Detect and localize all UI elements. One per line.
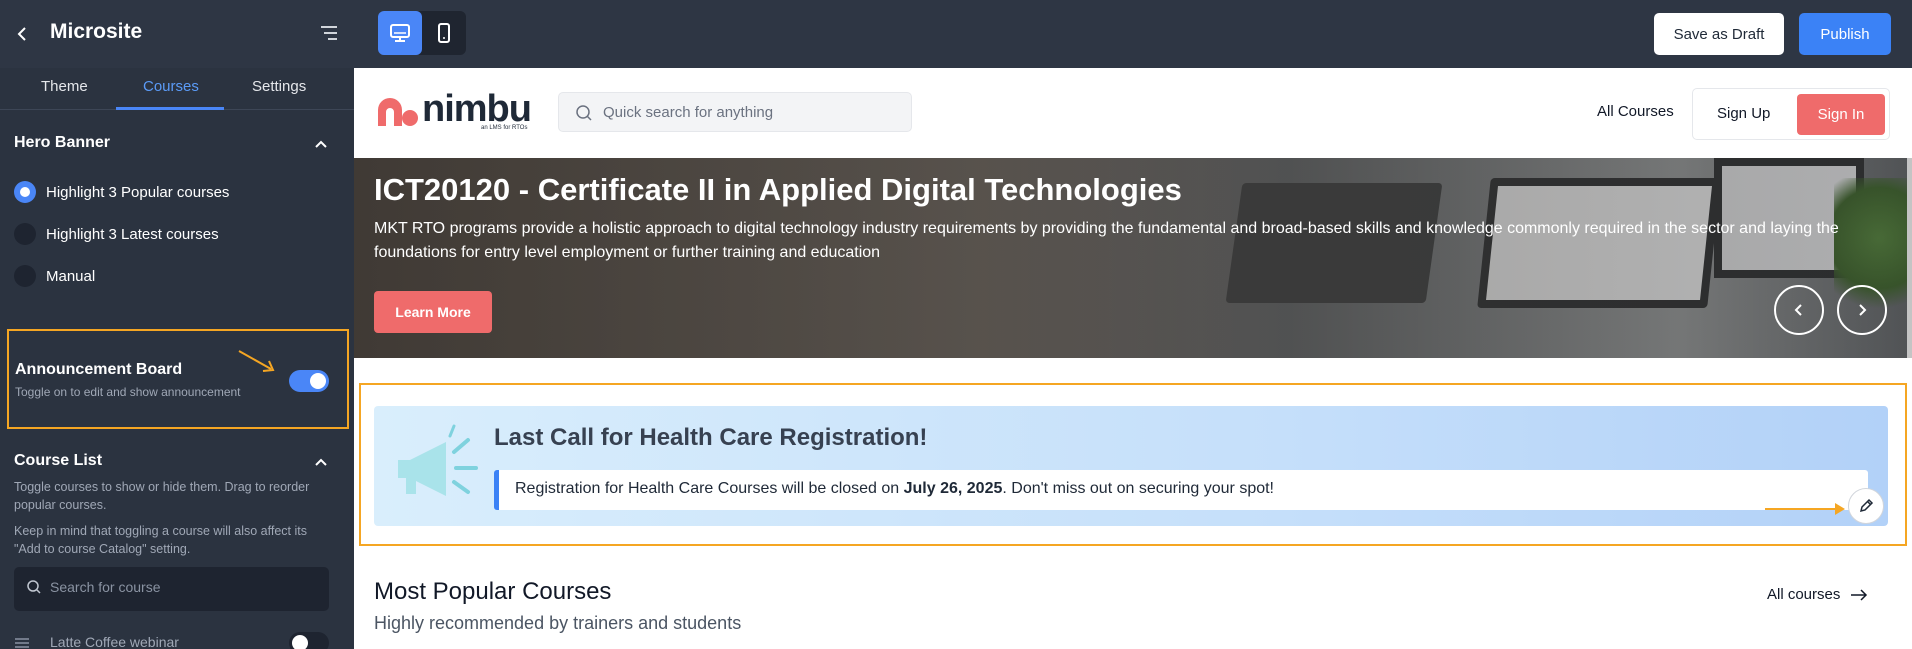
radio-label: Manual bbox=[46, 267, 96, 285]
nimbu-logo[interactable]: nimbu an LMS for RTOs bbox=[374, 88, 534, 132]
search-icon bbox=[576, 105, 592, 121]
hero-next-button[interactable] bbox=[1837, 285, 1887, 335]
site-search-input[interactable] bbox=[603, 104, 893, 121]
app-title: Microsite bbox=[50, 20, 143, 43]
scrollbar[interactable] bbox=[1907, 158, 1912, 358]
announcement-toggle[interactable] bbox=[289, 370, 329, 392]
sidebar-header: Microsite bbox=[0, 0, 354, 68]
course-list-description: Toggle courses to show or hide them. Dra… bbox=[14, 480, 310, 512]
site-header: nimbu an LMS for RTOs All Courses Sign U… bbox=[354, 68, 1912, 158]
active-tab-indicator bbox=[116, 107, 224, 110]
filter-button[interactable] bbox=[318, 22, 342, 46]
arrow-head-icon bbox=[1835, 503, 1845, 515]
megaphone-icon bbox=[398, 424, 478, 496]
all-courses-link[interactable]: All courses bbox=[1767, 586, 1868, 603]
hero-title: ICT20120 - Certificate II in Applied Dig… bbox=[374, 172, 1182, 207]
mobile-icon bbox=[438, 23, 450, 43]
arrow-right-icon bbox=[1851, 588, 1868, 601]
radio-popular-courses[interactable]: Highlight 3 Popular courses bbox=[14, 181, 229, 203]
all-courses-label: All courses bbox=[1767, 586, 1841, 603]
sign-in-button[interactable]: Sign In bbox=[1797, 94, 1885, 135]
hero-banner-title: Hero Banner bbox=[14, 134, 111, 151]
chevron-up-icon[interactable] bbox=[313, 136, 329, 152]
hero-banner: ICT20120 - Certificate II in Applied Dig… bbox=[354, 158, 1912, 358]
mobile-view-button[interactable] bbox=[422, 11, 466, 55]
announcement-message-text: Registration for Health Care Courses wil… bbox=[515, 480, 904, 497]
site-preview: nimbu an LMS for RTOs All Courses Sign U… bbox=[354, 68, 1912, 649]
arrow-annotation-icon bbox=[238, 350, 275, 372]
announcement-message-suffix: . Don't miss out on securing your spot! bbox=[1002, 480, 1274, 497]
auth-buttons: Sign Up Sign In bbox=[1692, 88, 1890, 140]
chevron-right-icon bbox=[1859, 304, 1867, 316]
save-draft-button[interactable]: Save as Draft bbox=[1654, 13, 1784, 55]
popular-courses-subtitle: Highly recommended by trainers and stude… bbox=[374, 613, 742, 633]
announcement-board-setting: Announcement Board Toggle on to edit and… bbox=[7, 329, 349, 429]
hero-prev-button[interactable] bbox=[1774, 285, 1824, 335]
drag-handle-icon[interactable] bbox=[14, 637, 30, 649]
announcement-message: Registration for Health Care Courses wil… bbox=[494, 470, 1868, 510]
hero-description: MKT RTO programs provide a holistic appr… bbox=[374, 220, 1839, 261]
chevron-left-icon bbox=[17, 27, 26, 41]
course-list-note: Keep in mind that toggling a course will… bbox=[14, 524, 307, 556]
announcement-card: Last Call for Health Care Registration! … bbox=[374, 406, 1888, 526]
pencil-icon bbox=[1859, 498, 1874, 513]
sidebar-tabs: Theme Courses Settings bbox=[0, 68, 354, 110]
radio-latest-courses[interactable]: Highlight 3 Latest courses bbox=[14, 223, 219, 245]
course-list-item-label: Latte Coffee webinar bbox=[50, 634, 179, 649]
arrow-annotation bbox=[1765, 508, 1843, 510]
search-icon bbox=[27, 580, 41, 594]
course-list-item[interactable]: Latte Coffee webinar bbox=[14, 632, 334, 649]
announcement-board-subtitle: Toggle on to edit and show announcement bbox=[15, 385, 241, 399]
course-search-input[interactable] bbox=[50, 579, 320, 595]
nav-all-courses-link[interactable]: All Courses bbox=[1597, 103, 1674, 120]
back-button[interactable] bbox=[10, 22, 34, 46]
logo-tagline: an LMS for RTOs bbox=[481, 125, 528, 131]
radio-label: Highlight 3 Latest courses bbox=[46, 225, 219, 243]
chevron-left-icon bbox=[1794, 304, 1802, 316]
announcement-date: July 26, 2025 bbox=[903, 480, 1003, 497]
radio-label: Highlight 3 Popular courses bbox=[46, 183, 230, 201]
desktop-view-button[interactable] bbox=[378, 11, 422, 55]
filter-icon bbox=[321, 26, 337, 40]
sign-up-button[interactable]: Sign Up bbox=[1717, 105, 1770, 122]
tab-settings[interactable]: Settings bbox=[252, 78, 306, 95]
popular-courses-title: Most Popular Courses bbox=[374, 578, 612, 605]
announcement-heading: Last Call for Health Care Registration! bbox=[494, 424, 928, 451]
sidebar: Theme Courses Settings Hero Banner Highl… bbox=[0, 68, 354, 649]
logo-mark-icon bbox=[378, 98, 418, 126]
radio-button[interactable] bbox=[14, 265, 36, 287]
tab-theme[interactable]: Theme bbox=[41, 78, 88, 95]
desktop-icon bbox=[390, 24, 410, 42]
announcement-board-title: Announcement Board bbox=[15, 361, 183, 378]
course-search-field[interactable] bbox=[14, 567, 329, 611]
learn-more-button[interactable]: Learn More bbox=[374, 291, 492, 333]
tab-courses[interactable]: Courses bbox=[143, 78, 199, 95]
course-visibility-toggle[interactable] bbox=[289, 632, 329, 649]
edit-announcement-button[interactable] bbox=[1848, 488, 1884, 524]
top-bar: Microsite Save as Draft Publish bbox=[0, 0, 1912, 68]
radio-button[interactable] bbox=[14, 223, 36, 245]
radio-button[interactable] bbox=[14, 181, 36, 203]
publish-button[interactable]: Publish bbox=[1799, 13, 1891, 55]
course-list-title: Course List bbox=[14, 452, 103, 469]
site-search-field[interactable] bbox=[558, 92, 912, 132]
radio-manual[interactable]: Manual bbox=[14, 265, 95, 287]
device-toggle bbox=[378, 11, 466, 55]
chevron-up-icon[interactable] bbox=[313, 454, 329, 470]
